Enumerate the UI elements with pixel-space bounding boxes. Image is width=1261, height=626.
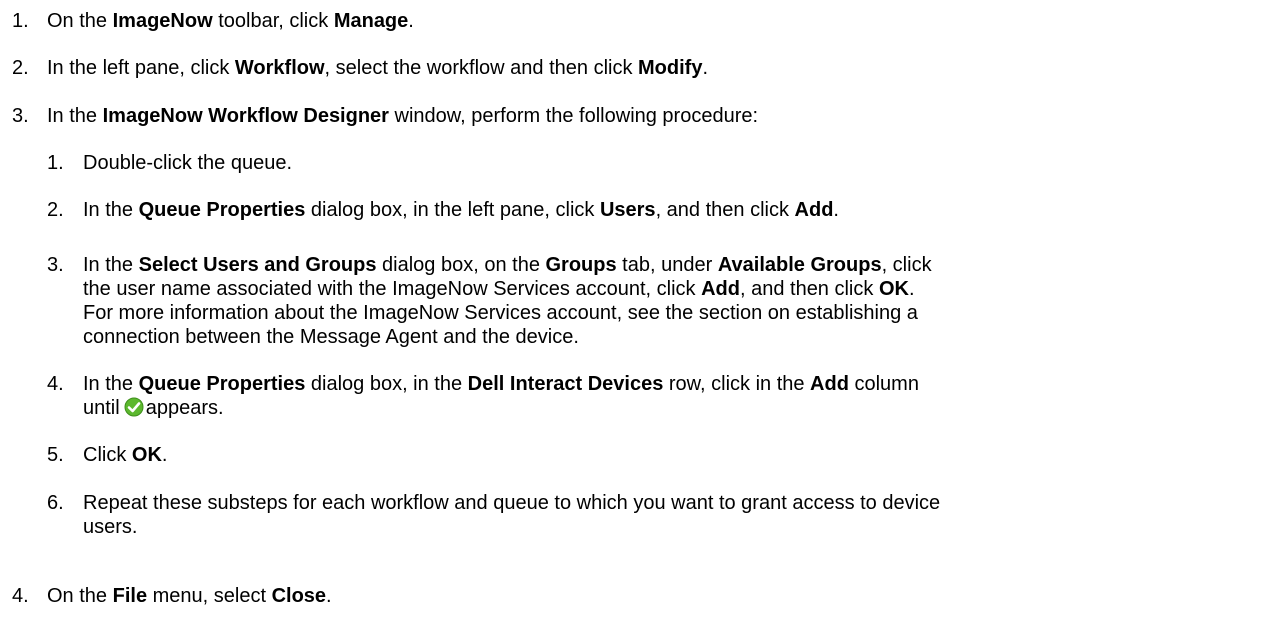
step-number: 2. (12, 57, 29, 79)
step-number: 4. (12, 585, 29, 607)
document-page: { "steps": [ {"number": "1.", "parts": [… (0, 0, 1261, 626)
substep-number: 3. (47, 254, 64, 276)
substep-text-line-2: users. (83, 516, 138, 538)
substep-number: 6. (47, 492, 64, 514)
substep-number: 4. (47, 373, 64, 395)
step-text: In the left pane, click Workflow, select… (47, 57, 709, 79)
substep-number: 1. (47, 152, 64, 174)
substep-text-line-1: In the Queue Properties dialog box, in t… (83, 373, 919, 395)
green-checkmark-icon (124, 397, 144, 417)
substep-text: Click OK. (83, 444, 168, 466)
step-text: On the File menu, select Close. (47, 585, 332, 607)
substep-text: In the Queue Properties dialog box, in t… (83, 199, 839, 221)
step-text: On the ImageNow toolbar, click Manage. (47, 10, 414, 32)
substep-text-line-1: In the Select Users and Groups dialog bo… (83, 254, 932, 276)
substep-text-line-1: Repeat these substeps for each workflow … (83, 492, 941, 514)
step-text: In the ImageNow Workflow Designer window… (47, 105, 759, 127)
step-number: 1. (12, 10, 29, 32)
substep-text-line-2: the user name associated with the ImageN… (83, 278, 915, 300)
substep-text: Double-click the queue. (83, 152, 293, 174)
substep-text-line-2: until appears. (83, 397, 224, 419)
substep-number: 5. (47, 444, 64, 466)
substep-text-line-3: For more information about the ImageNow … (83, 302, 918, 324)
step-number: 3. (12, 105, 29, 127)
substep-number: 2. (47, 199, 64, 221)
substep-text-line-4: connection between the Message Agent and… (83, 326, 579, 348)
